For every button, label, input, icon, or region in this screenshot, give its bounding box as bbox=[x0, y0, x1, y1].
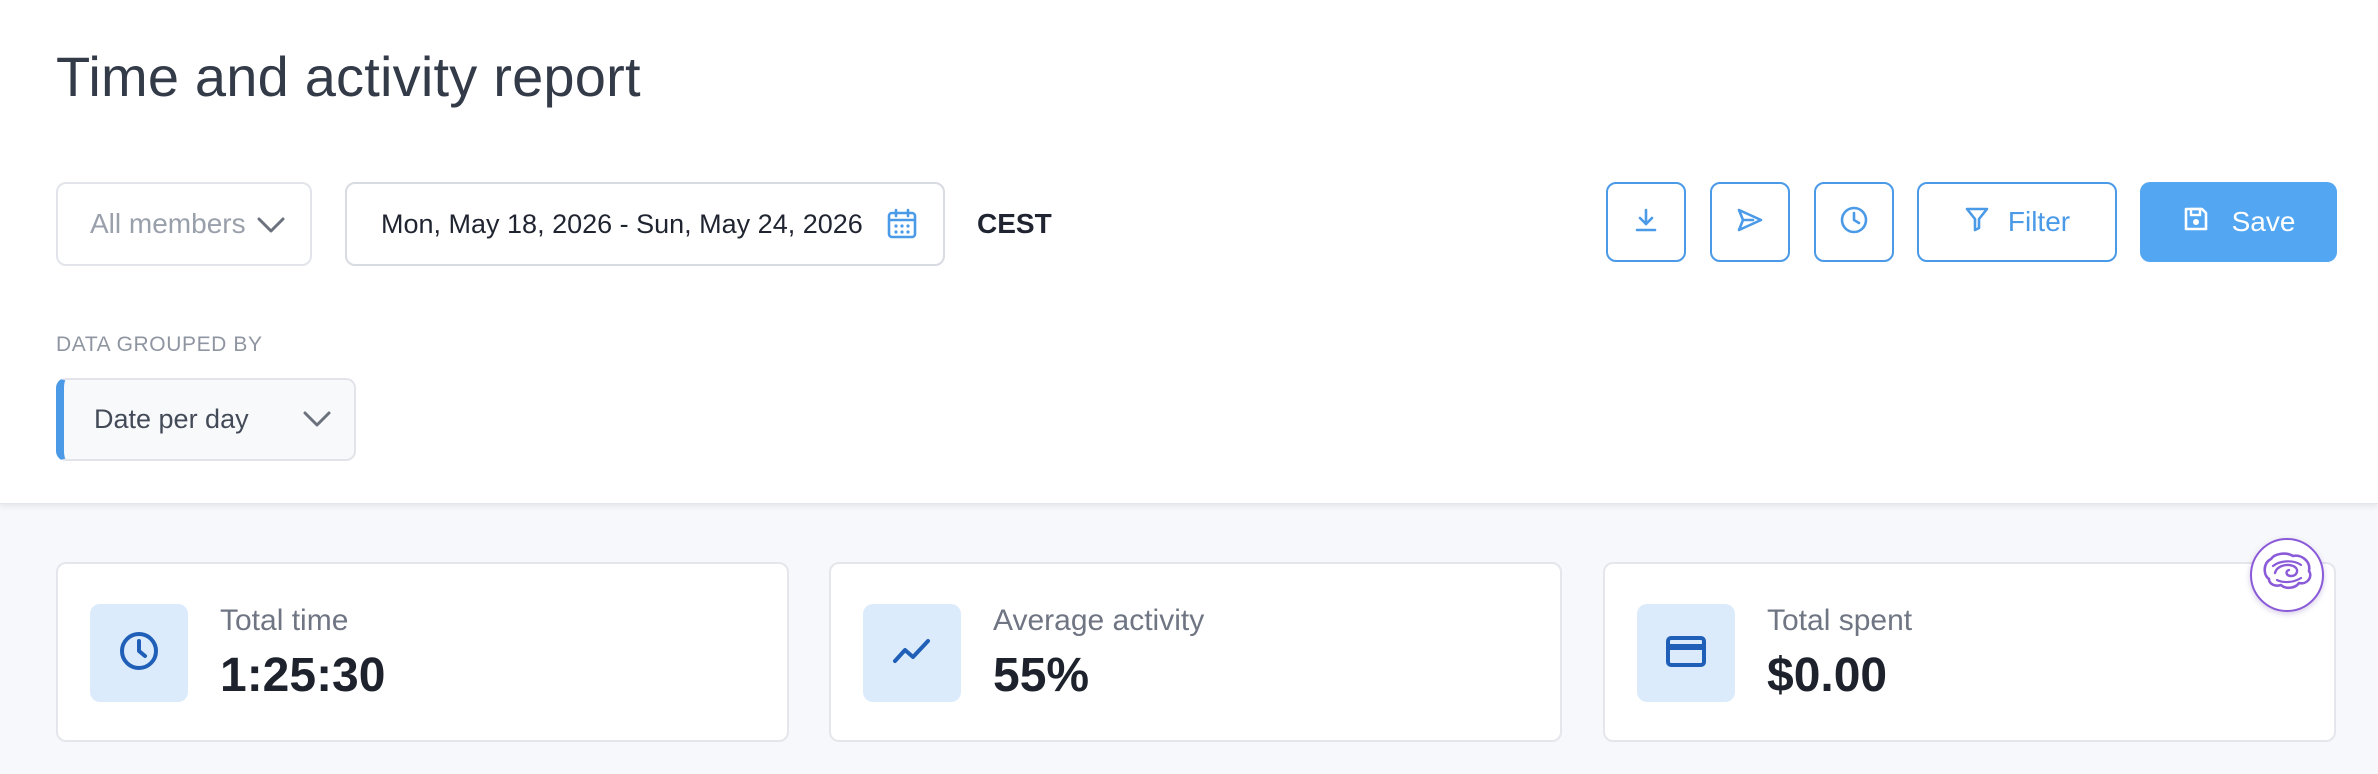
filter-button[interactable]: Filter bbox=[1917, 182, 2117, 262]
members-select[interactable]: All members bbox=[56, 182, 312, 266]
stat-value: 1:25:30 bbox=[220, 649, 386, 702]
save-icon bbox=[2182, 205, 2210, 240]
report-header-panel: Time and activity report All members Mon… bbox=[0, 0, 2378, 504]
page-title: Time and activity report bbox=[56, 45, 641, 108]
stat-icon-box bbox=[90, 604, 188, 702]
stat-card-average-activity: Average activity 55% bbox=[829, 562, 1562, 742]
filter-button-label: Filter bbox=[2007, 206, 2071, 237]
download-icon bbox=[1632, 206, 1660, 239]
calendar-icon bbox=[887, 208, 917, 247]
clock-icon bbox=[117, 629, 161, 678]
group-by-select[interactable]: Date per day bbox=[56, 378, 356, 461]
data-grouped-by-label: DATA GROUPED BY bbox=[56, 333, 263, 356]
stat-label: Total time bbox=[220, 604, 349, 637]
members-select-value: All members bbox=[90, 208, 246, 239]
chevron-down-icon bbox=[256, 212, 286, 245]
credit-card-icon bbox=[1664, 629, 1708, 678]
assistant-brain-button[interactable] bbox=[2250, 538, 2324, 612]
stat-icon-box bbox=[863, 604, 961, 702]
group-by-value: Date per day bbox=[94, 404, 249, 434]
filter-icon bbox=[1964, 205, 1990, 240]
stat-card-total-time: Total time 1:25:30 bbox=[56, 562, 789, 742]
download-button[interactable] bbox=[1606, 182, 1686, 262]
send-report-button[interactable] bbox=[1710, 182, 1790, 262]
brain-icon bbox=[2259, 549, 2315, 602]
date-range-picker[interactable]: Mon, May 18, 2026 - Sun, May 24, 2026 bbox=[345, 182, 945, 266]
chevron-down-icon bbox=[302, 406, 332, 439]
schedule-button[interactable] bbox=[1814, 182, 1894, 262]
stat-card-total-spent: Total spent $0.00 bbox=[1603, 562, 2336, 742]
clock-icon bbox=[1839, 205, 1869, 240]
save-button-label: Save bbox=[2231, 206, 2296, 237]
trend-icon bbox=[890, 629, 934, 678]
stat-value: $0.00 bbox=[1767, 649, 1888, 702]
save-button[interactable]: Save bbox=[2140, 182, 2337, 262]
stat-label: Total spent bbox=[1767, 604, 1913, 637]
stat-label: Average activity bbox=[993, 604, 1205, 637]
send-icon bbox=[1735, 206, 1765, 239]
date-range-value: Mon, May 18, 2026 - Sun, May 24, 2026 bbox=[381, 208, 863, 239]
timezone-label: CEST bbox=[977, 208, 1052, 239]
stat-icon-box bbox=[1637, 604, 1735, 702]
stat-value: 55% bbox=[993, 649, 1090, 702]
